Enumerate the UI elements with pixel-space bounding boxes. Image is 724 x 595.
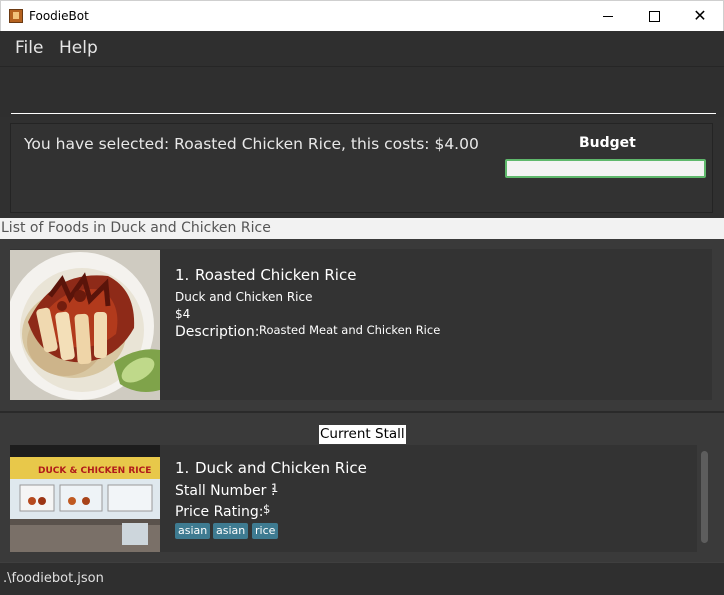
food-card[interactable]: 1. Roasted Chicken Rice Duck and Chicken… (10, 249, 712, 400)
stall-card[interactable]: DUCK & CHICKEN RICE 1. Duck and Chicken … (10, 445, 697, 552)
current-stall-header: Current Stall (319, 425, 406, 444)
food-image (10, 250, 160, 400)
food-list-title: List of Foods in Duck and Chicken Rice (1, 220, 271, 236)
stall-scrollbar[interactable] (698, 449, 712, 553)
close-button[interactable]: ✕ (677, 1, 723, 31)
stall-index: 1. (175, 459, 190, 477)
price-rating: $ (263, 502, 271, 516)
stall-image: DUCK & CHICKEN RICE (10, 445, 160, 552)
window-title: FoodieBot (29, 9, 89, 23)
food-price: $4 (175, 307, 191, 321)
file-path: .\foodiebot.json (3, 571, 104, 586)
menu-file[interactable]: File (15, 38, 43, 58)
food-name: Roasted Chicken Rice (195, 266, 357, 284)
food-description-label: Description: (175, 324, 260, 340)
stall-sign-text: DUCK & CHICKEN RICE (38, 466, 151, 476)
current-stall-panel: Current Stall DUCK & CHICKEN RICE 1. Duc… (0, 413, 724, 562)
stall-name: Duck and Chicken Rice (195, 459, 367, 477)
minimize-icon (603, 15, 613, 17)
food-stall: Duck and Chicken Rice (175, 290, 313, 304)
menu-help[interactable]: Help (59, 38, 98, 58)
food-description: Roasted Meat and Chicken Rice (259, 323, 441, 337)
command-box (0, 67, 724, 117)
command-input[interactable] (11, 77, 716, 114)
maximize-button[interactable] (631, 1, 677, 31)
tag: rice (252, 523, 279, 539)
price-rating-label: Price Rating: (175, 504, 264, 520)
result-area: You have selected: Roasted Chicken Rice,… (0, 117, 724, 218)
stall-number: 1 (271, 481, 279, 495)
minimize-button[interactable] (585, 1, 631, 31)
stall-number-label: Stall Number : (175, 483, 276, 499)
tag: asian (213, 523, 249, 539)
menu-bar: File Help (0, 31, 724, 67)
budget-bar (505, 159, 706, 178)
maximize-icon (648, 10, 660, 22)
food-list-header: List of Foods in Duck and Chicken Rice (0, 218, 724, 239)
tag: asian (175, 523, 211, 539)
result-display: You have selected: Roasted Chicken Rice,… (10, 123, 713, 213)
food-list: 1. Roasted Chicken Rice Duck and Chicken… (0, 239, 724, 411)
app-icon (9, 9, 23, 23)
result-message: You have selected: Roasted Chicken Rice,… (24, 135, 479, 153)
close-icon: ✕ (693, 6, 707, 25)
budget-label: Budget (579, 135, 636, 151)
scrollbar-thumb[interactable] (701, 451, 708, 543)
status-bar: .\foodiebot.json (0, 562, 724, 595)
title-bar: FoodieBot ✕ (0, 0, 724, 31)
food-index: 1. (175, 266, 190, 284)
